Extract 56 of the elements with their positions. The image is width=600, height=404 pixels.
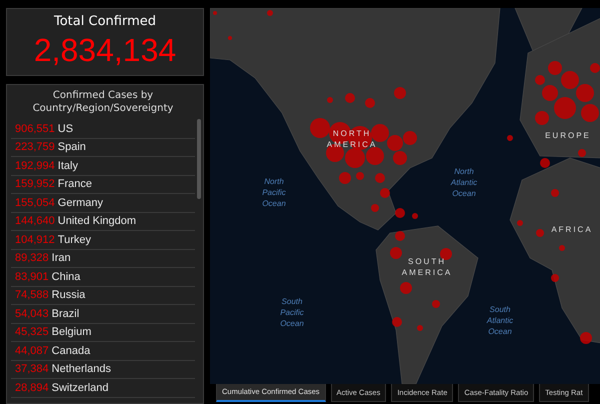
- case-count: 44,087: [15, 344, 49, 357]
- case-count: 45,325: [15, 326, 49, 338]
- country-row[interactable]: 54,043 Brazil: [11, 305, 195, 324]
- country-row[interactable]: 144,640 United Kingdom: [11, 212, 195, 231]
- country-name: France: [58, 178, 92, 190]
- case-count: 144,640: [15, 215, 55, 228]
- case-count: 83,901: [15, 270, 49, 283]
- total-count: 2,834,134: [34, 31, 176, 69]
- country-name: Russia: [52, 289, 86, 302]
- country-name: Switzerland: [52, 382, 109, 394]
- country-name: Germany: [58, 196, 104, 209]
- country-name: Turkey: [58, 234, 91, 246]
- country-name: China: [52, 270, 80, 283]
- country-name: Iran: [52, 252, 71, 264]
- continent-label: AFRICA: [550, 224, 594, 235]
- country-row[interactable]: 74,588 Russia: [11, 286, 195, 305]
- country-row[interactable]: 89,328 Iran: [11, 250, 195, 268]
- case-count: 89,328: [15, 252, 49, 264]
- case-count: 28,894: [15, 382, 49, 394]
- case-count: 223,759: [15, 141, 55, 154]
- country-row[interactable]: 44,087 Canada: [11, 342, 195, 360]
- case-count: 192,994: [15, 160, 55, 172]
- case-count: 37,384: [15, 363, 49, 376]
- continent-label: SOUTH AMERICA: [400, 256, 454, 278]
- country-row[interactable]: 192,994 Italy: [11, 157, 195, 176]
- country-row[interactable]: 45,325 Belgium: [11, 324, 195, 342]
- case-count: 159,952: [15, 178, 55, 190]
- country-name: United Kingdom: [58, 215, 136, 228]
- ocean-label: North Pacific Ocean: [261, 176, 287, 209]
- country-name: Belgium: [52, 326, 92, 338]
- country-name: Italy: [58, 160, 78, 172]
- country-row[interactable]: 104,912 Turkey: [11, 231, 195, 250]
- country-name: Netherlands: [52, 363, 111, 376]
- case-count: 54,043: [15, 308, 49, 320]
- country-row[interactable]: 28,894 Switzerland: [11, 379, 195, 398]
- country-row[interactable]: 83,901 China: [11, 268, 195, 286]
- country-name: Canada: [52, 344, 90, 357]
- country-row[interactable]: 155,054 Germany: [11, 194, 195, 212]
- country-name: US: [58, 122, 74, 135]
- case-count: 74,588: [15, 289, 49, 302]
- ocean-label: South Pacific Ocean: [279, 296, 305, 329]
- country-row[interactable]: 906,551 US: [11, 120, 195, 138]
- case-count: 906,551: [15, 122, 55, 135]
- list-title: Confirmed Cases by Country/Region/Sovereignty: [32, 89, 174, 116]
- continent-label: NORTH AMERICA: [326, 128, 378, 150]
- total-title: Total Confirmed: [54, 13, 156, 31]
- ocean-label: South Atlantic Ocean: [486, 304, 514, 337]
- country-row[interactable]: 37,384 Netherlands: [11, 360, 195, 379]
- country-name: Spain: [58, 141, 86, 154]
- continent-label: EUROPE: [544, 130, 592, 141]
- ocean-label: North Atlantic Ocean: [450, 166, 478, 199]
- country-row[interactable]: 223,759 Spain: [11, 138, 195, 157]
- case-count: 104,912: [15, 234, 55, 246]
- country-row[interactable]: 159,952 France: [11, 176, 195, 194]
- case-count: 155,054: [15, 196, 55, 209]
- country-name: Brazil: [52, 308, 80, 320]
